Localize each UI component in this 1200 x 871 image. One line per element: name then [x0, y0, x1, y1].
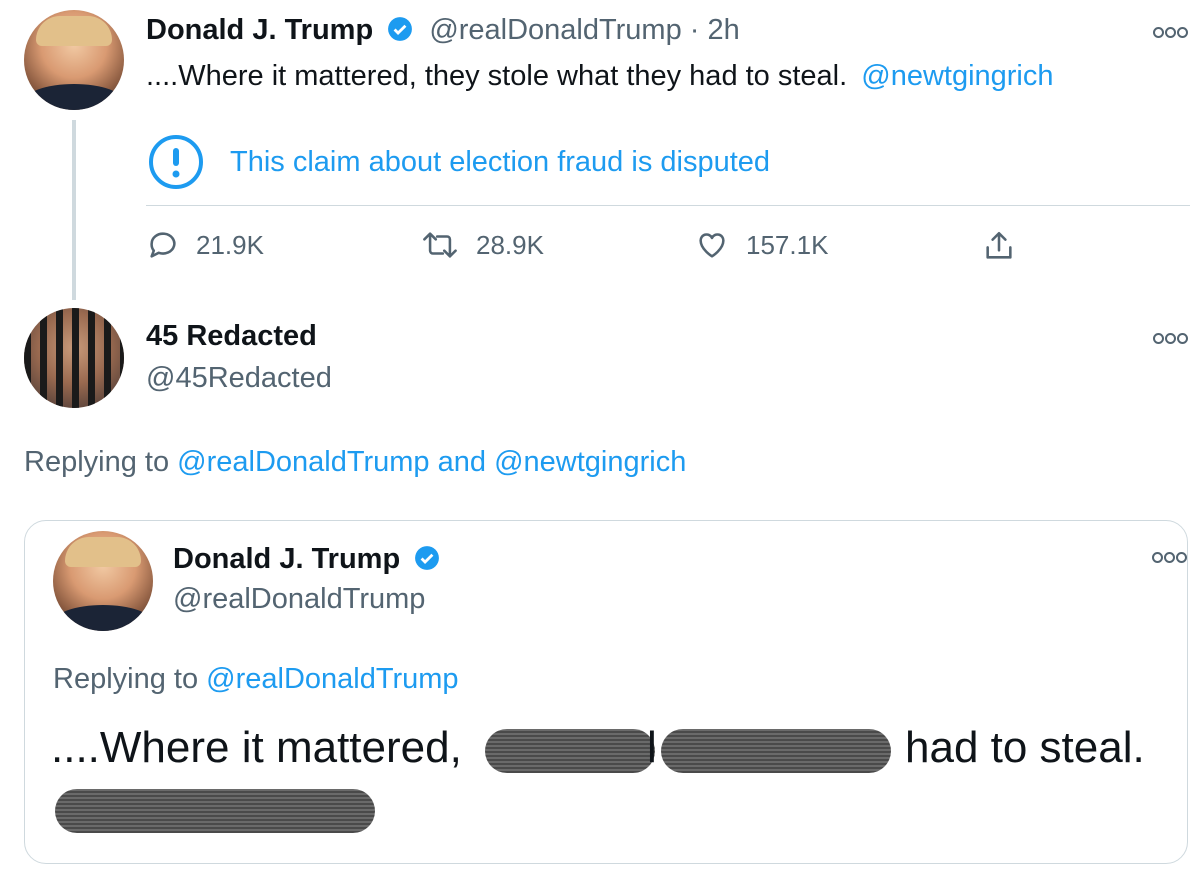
reply-button[interactable]: 21.9K: [146, 228, 264, 262]
jail-bars: [24, 308, 124, 408]
quoted-author-name[interactable]: Donald J. Trump: [173, 543, 440, 576]
retweet-icon: [423, 232, 457, 258]
share-icon: [986, 231, 1012, 259]
quoted-text-start: ....Where it mattered,: [51, 723, 462, 772]
quoted-tweet-card[interactable]: Donald J. Trump @realDonaldTrump Replyin…: [24, 520, 1188, 864]
mention-link[interactable]: @newtgingrich: [494, 446, 686, 478]
avatar-suit: [53, 605, 153, 631]
mention-link[interactable]: @newtgingrich: [861, 60, 1053, 92]
avatar-hair: [65, 537, 141, 567]
reply-icon: [150, 232, 176, 258]
verified-icon: [388, 17, 413, 41]
mention-link[interactable]: @realDonaldTrump: [177, 446, 429, 478]
replying-to: Replying to @realDonaldTrump and @newtgi…: [24, 446, 687, 478]
quoted-author-handle[interactable]: @realDonaldTrump: [173, 583, 425, 616]
avatar-hair: [36, 16, 112, 46]
thread-line: [72, 120, 76, 300]
divider: [146, 205, 1190, 206]
more-icon[interactable]: [1152, 22, 1188, 43]
avatar-45-redacted[interactable]: [24, 308, 124, 408]
more-icon[interactable]: [1152, 328, 1188, 349]
quoted-text-mid: l: [647, 723, 657, 772]
redaction-bar: [485, 729, 655, 773]
quoted-replying-to: Replying to @realDonaldTrump: [53, 663, 459, 695]
redaction-bar: [55, 789, 375, 833]
author-name[interactable]: Donald J. Trump: [146, 14, 373, 46]
disputed-warning[interactable]: This claim about election fraud is dispu…: [148, 134, 770, 190]
info-icon: [149, 135, 203, 189]
mention-link[interactable]: @realDonaldTrump: [206, 663, 458, 695]
author-handle-2[interactable]: @45Redacted: [146, 362, 332, 395]
avatar[interactable]: [24, 10, 124, 110]
more-icon[interactable]: [1151, 547, 1187, 568]
like-button[interactable]: 157.1K: [694, 228, 828, 262]
quoted-text-end: had to steal.: [905, 723, 1145, 772]
author-name-2[interactable]: 45 Redacted: [146, 320, 317, 353]
avatar[interactable]: [53, 531, 153, 631]
tweet-text: ....Where it mattered, they stole what t…: [146, 60, 1054, 92]
share-button[interactable]: [982, 228, 1032, 264]
handle-time[interactable]: @realDonaldTrump · 2h: [429, 14, 739, 46]
redaction-bar: [661, 729, 891, 773]
avatar-suit: [24, 84, 124, 110]
like-icon: [699, 233, 725, 258]
verified-icon: [415, 546, 440, 570]
retweet-button[interactable]: 28.9K: [420, 228, 544, 262]
tweet-header: Donald J. Trump @realDonaldTrump · 2h: [146, 14, 740, 47]
